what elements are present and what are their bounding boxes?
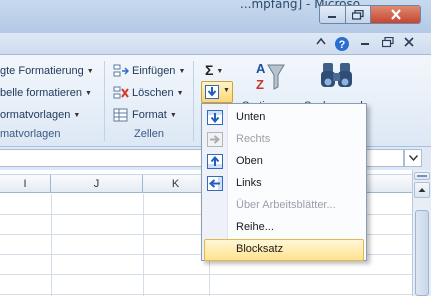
cell-styles-button[interactable]: ormatvorlagen ▼: [0, 109, 80, 121]
menu-item-rechts[interactable]: Rechts: [204, 129, 364, 151]
column-header-k[interactable]: K: [143, 175, 209, 193]
dropdown-arrow-icon: ▼: [86, 67, 94, 75]
chevron-up-icon: [418, 188, 426, 192]
menu-item-label: Blocksatz: [236, 243, 284, 255]
insert-cells-label: Einfügen: [132, 65, 176, 77]
column-header-i[interactable]: I: [0, 175, 51, 193]
svg-text:?: ?: [339, 39, 346, 51]
fill-button[interactable]: ▼: [201, 81, 233, 103]
menu-item-label: Oben: [236, 155, 263, 167]
sort-filter-icon: A Z: [256, 61, 285, 92]
insert-cells-button[interactable]: Einfügen ▼: [113, 64, 185, 78]
minimize-icon: [361, 43, 369, 45]
gridline: [143, 194, 144, 296]
fill-dropdown-menu: Unten Rechts Oben Links Über Arbeitsblät…: [201, 103, 367, 261]
autosum-button[interactable]: Σ ▼: [205, 62, 223, 78]
delete-cells-icon: [113, 86, 129, 99]
gridline: [0, 274, 412, 275]
gridline: [51, 194, 52, 296]
minimize-icon: [328, 15, 337, 18]
split-handle[interactable]: [414, 172, 430, 180]
dropdown-arrow-icon: ▼: [169, 111, 177, 119]
cells-group-label: Zellen: [134, 128, 164, 140]
sort-filter-button[interactable]: A Z Sortieren: [242, 59, 288, 112]
menu-item-label: Über Arbeitsblätter...: [236, 199, 336, 211]
help-icon: ?: [335, 37, 349, 51]
title-bar: ...mpfang] - Microso...: [0, 0, 431, 33]
fill-right-icon: [207, 132, 223, 147]
format-cells-label: Format: [132, 109, 167, 121]
workbook-restore-button[interactable]: [382, 37, 394, 48]
window-controls: [319, 5, 421, 24]
format-cells-icon: [113, 108, 128, 122]
scroll-up-button[interactable]: [414, 182, 430, 198]
close-icon: [390, 9, 401, 20]
svg-text:Z: Z: [256, 77, 264, 92]
delete-cells-label: Löschen: [132, 87, 174, 99]
dropdown-arrow-icon: ▼: [178, 67, 186, 75]
menu-item-blocksatz[interactable]: Blocksatz: [204, 239, 364, 261]
expand-formula-bar-button[interactable]: [404, 149, 422, 167]
dropdown-arrow-icon: ▼: [216, 67, 224, 75]
menu-item-oben[interactable]: Oben: [204, 151, 364, 173]
scroll-thumb[interactable]: [415, 210, 429, 296]
find-select-button[interactable]: Suchen und: [304, 61, 366, 112]
dropdown-arrow-icon: ▼: [223, 87, 230, 94]
restore-icon: [351, 9, 364, 20]
sum-icon: Σ: [205, 62, 214, 78]
chevron-down-icon: [408, 155, 418, 161]
binoculars-icon: [321, 63, 352, 87]
chevron-up-icon: [316, 37, 326, 45]
format-as-table-label: belle formatieren: [0, 87, 82, 99]
column-header-label: K: [171, 178, 180, 190]
styles-group-label: matvorlagen: [0, 128, 61, 140]
conditional-formatting-button[interactable]: gte Formatierung ▼: [0, 65, 94, 77]
dropdown-arrow-icon: ▼: [73, 111, 81, 119]
menu-item-label: Links: [236, 177, 262, 189]
group-separator: [104, 61, 105, 141]
menu-item-across-worksheets[interactable]: Über Arbeitsblätter...: [204, 195, 364, 217]
menu-item-reihe[interactable]: Reihe...: [204, 217, 364, 239]
split-handle-icon: [417, 175, 427, 177]
column-header-label: I: [23, 178, 27, 190]
vertical-scrollbar[interactable]: [412, 170, 431, 296]
dropdown-arrow-icon: ▼: [176, 89, 184, 97]
menu-item-label: Unten: [236, 111, 266, 123]
minimize-button[interactable]: [320, 6, 346, 23]
workbook-close-button[interactable]: [404, 37, 414, 47]
fill-down-icon: [207, 110, 223, 125]
menu-item-label: Rechts: [236, 133, 271, 145]
close-icon: [404, 37, 414, 47]
fill-left-icon: [207, 176, 223, 191]
menu-item-unten[interactable]: Unten: [204, 107, 364, 129]
ribbon-utility-bar: ?: [0, 33, 431, 55]
menu-item-links[interactable]: Links: [204, 173, 364, 195]
help-button[interactable]: ?: [334, 36, 350, 52]
conditional-formatting-label: gte Formatierung: [0, 65, 84, 77]
fill-up-icon: [207, 154, 223, 169]
close-button[interactable]: [371, 6, 420, 23]
insert-cells-icon: [113, 64, 129, 77]
group-separator: [193, 61, 194, 141]
restore-icon: [382, 37, 394, 48]
gridline: [0, 294, 412, 295]
minimize-ribbon-button[interactable]: [316, 37, 326, 45]
column-header-label: J: [93, 178, 100, 190]
dropdown-arrow-icon: ▼: [84, 89, 92, 97]
format-cells-button[interactable]: Format ▼: [113, 108, 177, 122]
svg-text:A: A: [256, 61, 266, 76]
column-header-j[interactable]: J: [51, 175, 143, 193]
workbook-minimize-button[interactable]: [360, 37, 370, 47]
maximize-button[interactable]: [345, 6, 371, 23]
fill-down-icon: [205, 85, 219, 99]
format-as-table-button[interactable]: belle formatieren ▼: [0, 87, 92, 99]
cell-styles-label: ormatvorlagen: [0, 109, 71, 121]
menu-item-label: Reihe...: [236, 221, 274, 233]
delete-cells-button[interactable]: Löschen ▼: [113, 86, 184, 100]
